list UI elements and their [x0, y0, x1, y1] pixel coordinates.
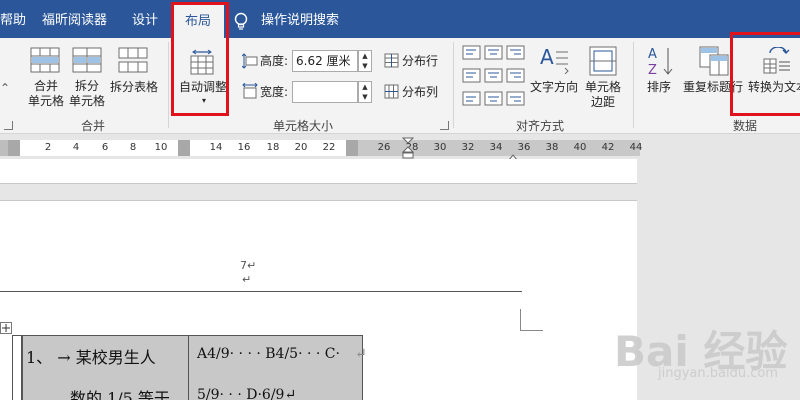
split-table-button[interactable]: 拆分表格: [107, 80, 161, 95]
distribute-columns-button[interactable]: 分布列: [402, 85, 438, 100]
cell-size-launcher-icon[interactable]: [440, 121, 449, 130]
ruler-tick: 10: [154, 142, 168, 153]
width-input[interactable]: [292, 81, 358, 103]
header-line: [0, 291, 522, 292]
margin-corner-mark: [520, 309, 543, 331]
height-label: 高度:: [260, 54, 289, 68]
split-cells-button[interactable]: 拆分 单元格: [67, 79, 107, 109]
partial-icon: ⌃: [0, 81, 11, 95]
distribute-rows-button[interactable]: 分布行: [402, 54, 438, 69]
alignment-group-label: 对齐方式: [516, 119, 565, 133]
cell-margins-label-2: 边距: [590, 95, 615, 109]
table-cell[interactable]: [12, 335, 22, 400]
data-group-label: 数据: [733, 119, 758, 133]
svg-text:Z: Z: [648, 63, 657, 77]
merge-group-label: 合并: [81, 119, 106, 133]
paragraph-mark: ↵: [242, 273, 252, 286]
ruler-tick: 22: [322, 142, 336, 153]
distribute-columns-icon: [384, 84, 399, 103]
ruler-column-marker[interactable]: [346, 140, 358, 156]
ruler-tick: 20: [294, 142, 308, 153]
svg-text:A: A: [648, 47, 657, 62]
distribute-rows-icon: [384, 53, 399, 72]
ruler-tick: 8: [129, 142, 137, 153]
ruler-tick: 44: [629, 142, 643, 153]
merge-cells-button[interactable]: 合并 单元格: [26, 79, 66, 109]
group-separator: [168, 42, 169, 128]
merge-cells-label-2: 单元格: [27, 94, 64, 108]
cell-margins-label-1: 单元格: [584, 80, 621, 94]
word-window: 帮助 福昕阅读器 设计 布局 操作说明搜索 ⌃ 合并 单元格 拆分 单元格 拆分…: [0, 0, 800, 400]
previous-page: [0, 159, 637, 184]
ruler-tick: 6: [101, 142, 109, 153]
width-label: 宽度:: [260, 85, 289, 99]
options-line-2: 5/9· · · D·6/9↵: [197, 387, 297, 400]
ruler-tick: 16: [237, 142, 251, 153]
ruler-margin: [0, 140, 8, 156]
ruler-tick: 32: [461, 142, 475, 153]
ruler-tick: 38: [545, 142, 559, 153]
question-line-1: 1、 → 某校男生人: [26, 348, 156, 367]
merge-cells-label-1: 合并: [33, 79, 58, 93]
ruler-tick: 26: [377, 142, 391, 153]
ruler-tick: 42: [601, 142, 615, 153]
merge-cells-icon: [30, 47, 60, 77]
ruler-tick: 30: [433, 142, 447, 153]
split-cells-icon: [72, 47, 102, 77]
table-move-handle-icon[interactable]: [0, 319, 12, 338]
ribbon-layout: ⌃ 合并 单元格 拆分 单元格 拆分表格 合并 自动调整 ▾ 高度: 6.62 …: [0, 38, 800, 134]
ruler-tick: 4: [72, 142, 80, 153]
cell-size-group-label: 单元格大小: [273, 119, 334, 133]
column-width-icon: [242, 82, 258, 103]
page-number: 7↵: [240, 259, 257, 272]
split-cells-label-1: 拆分: [74, 79, 99, 93]
text-direction-icon: A: [538, 44, 570, 78]
horizontal-ruler[interactable]: 2 4 6 8 10 14 16 18 20 22 26 28 30 32 34…: [0, 137, 800, 162]
width-spinner[interactable]: ▲ ▼: [358, 81, 372, 103]
height-input[interactable]: 6.62 厘米: [292, 50, 358, 72]
cell-margins-button[interactable]: 单元格 边距: [582, 80, 624, 110]
height-spinner[interactable]: ▲ ▼: [358, 50, 372, 72]
split-cells-label-2: 单元格: [68, 94, 105, 108]
ribbon-tab-bar: 帮助 福昕阅读器 设计 布局 操作说明搜索: [0, 0, 800, 38]
ruler-tick: 14: [209, 142, 223, 153]
row-height-icon: [241, 53, 258, 73]
ruler-tick: 40: [573, 142, 587, 153]
tab-foxit-reader[interactable]: 福昕阅读器: [42, 0, 107, 38]
end-of-cell-mark: ↵: [355, 346, 367, 362]
ruler-tick: 2: [44, 142, 52, 153]
ruler-column-marker[interactable]: [178, 140, 190, 156]
text-direction-button[interactable]: 文字方向: [527, 80, 581, 95]
ruler-column-marker[interactable]: [8, 140, 20, 156]
dialog-launcher-icon[interactable]: [4, 121, 13, 130]
question-line-2: 数的 1/5 等于: [70, 389, 170, 400]
cell-margins-icon: [589, 46, 617, 80]
tell-me-search[interactable]: 操作说明搜索: [261, 0, 339, 38]
sort-button[interactable]: 排序: [642, 80, 676, 95]
group-separator: [633, 42, 634, 128]
sort-icon: AZ: [646, 45, 674, 81]
highlight-layout-autofit: [171, 2, 229, 116]
document-page[interactable]: 7↵ ↵ 1、 → 某校男生人 数的 1/5 等于 A4/9· · · · B4…: [0, 200, 637, 400]
tab-design[interactable]: 设计: [132, 0, 158, 38]
lightbulb-icon: [232, 11, 250, 31]
alignment-grid-icon[interactable]: [462, 45, 526, 123]
repeat-header-icon: [699, 46, 729, 80]
svg-text:A: A: [540, 45, 554, 69]
ruler-tick: 18: [266, 142, 280, 153]
split-table-icon: [118, 47, 148, 77]
tab-help[interactable]: 帮助: [0, 0, 26, 38]
options-line-1: A4/9· · · · B4/5· · · C·: [197, 346, 340, 362]
highlight-convert-to-text: [730, 32, 800, 116]
watermark-url: jingyan.baidu.com: [658, 366, 778, 381]
group-separator: [453, 42, 454, 128]
ruler-tick: 34: [489, 142, 503, 153]
